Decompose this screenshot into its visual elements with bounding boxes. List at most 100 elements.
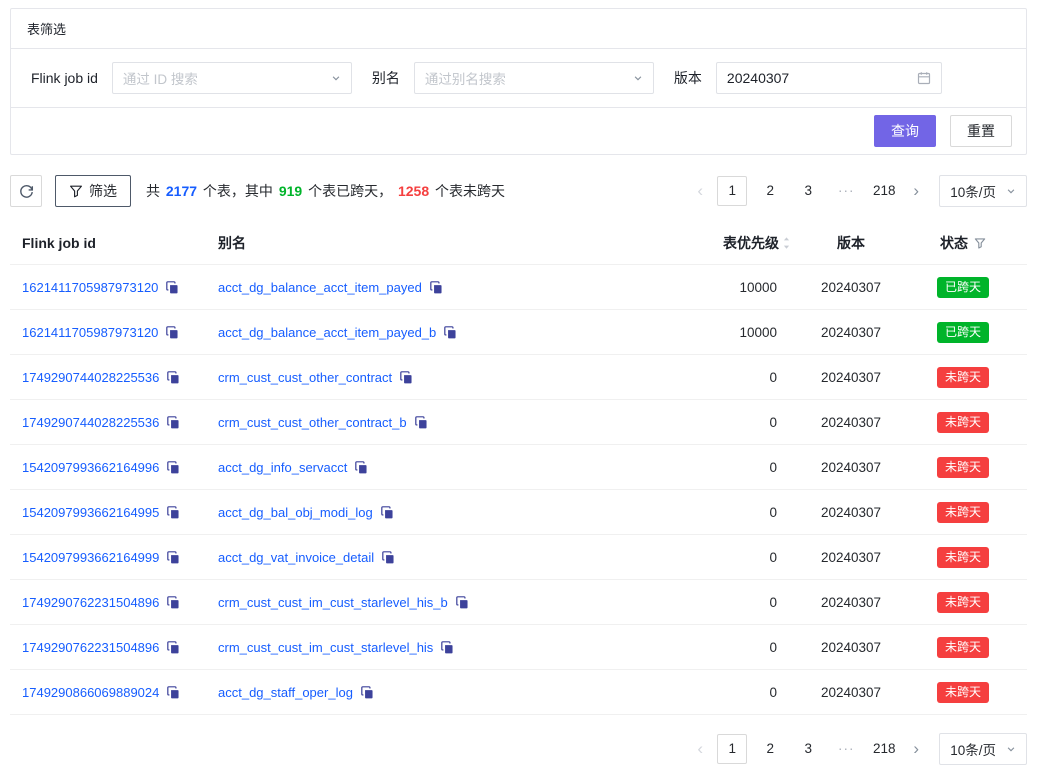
table-row: 1542097993662164996 acct_dg_info_servacc… [10,445,1027,490]
flink-job-id-link[interactable]: 1542097993662164995 [22,505,159,520]
filter-actions-row: 查询 重置 [11,108,1026,154]
flink-job-id-select[interactable]: 通过 ID 搜索 [112,62,352,94]
page-1-button[interactable]: 1 [717,734,747,764]
alias-cell: acct_dg_balance_acct_item_payed [218,280,651,295]
field-alias: 别名 通过别名搜索 [372,62,654,94]
version-cell: 20240307 [791,325,911,340]
copy-icon[interactable] [430,281,443,294]
priority-cell: 0 [651,460,791,475]
next-page-button[interactable]: › [903,735,929,763]
column-status: 状态 [911,233,1015,253]
filter-toggle-label: 筛选 [89,184,117,198]
version-date-input[interactable]: 20240307 [716,62,942,94]
chevron-down-icon [1006,186,1016,196]
chevron-down-icon [633,73,643,83]
table-row: 1542097993662164995 acct_dg_bal_obj_modi… [10,490,1027,535]
alias-link[interactable]: acct_dg_balance_acct_item_payed [218,280,422,295]
copy-icon[interactable] [456,596,469,609]
flink-job-id-cell: 1621411705987973120 [22,280,218,295]
flink-job-id-link[interactable]: 1749290762231504896 [22,640,159,655]
alias-link[interactable]: acct_dg_info_servacct [218,460,347,475]
status-badge: 已跨天 [937,277,989,298]
table-row: 1749290866069889024 acct_dg_staff_oper_l… [10,670,1027,715]
status-badge: 未跨天 [937,457,989,478]
flink-job-id-link[interactable]: 1621411705987973120 [22,280,158,295]
priority-cell: 0 [651,505,791,520]
copy-icon[interactable] [381,506,394,519]
version-cell: 20240307 [791,550,911,565]
alias-link[interactable]: acct_dg_bal_obj_modi_log [218,505,373,520]
page-size-select[interactable]: 10条/页 [939,175,1027,207]
copy-icon[interactable] [167,551,180,564]
next-page-button[interactable]: › [903,177,929,205]
page-3-button[interactable]: 3 [793,176,823,206]
filter-icon[interactable] [974,237,986,249]
page-size-select[interactable]: 10条/页 [939,733,1027,765]
copy-icon[interactable] [382,551,395,564]
reset-button[interactable]: 重置 [950,115,1012,147]
copy-icon[interactable] [415,416,428,429]
query-button[interactable]: 查询 [874,115,936,147]
version-cell: 20240307 [791,415,911,430]
flink-job-id-link[interactable]: 1749290744028225536 [22,370,159,385]
status-cell: 未跨天 [911,367,1015,388]
copy-icon[interactable] [167,371,180,384]
table-row: 1749290744028225536 crm_cust_cust_other_… [10,355,1027,400]
sorter-icon[interactable] [782,236,791,250]
flink-job-id-link[interactable]: 1542097993662164996 [22,460,159,475]
refresh-button[interactable] [10,175,42,207]
page-218-button[interactable]: 218 [869,734,899,764]
version-cell: 20240307 [791,460,911,475]
status-cell: 未跨天 [911,682,1015,703]
flink-job-id-link[interactable]: 1542097993662164999 [22,550,159,565]
column-priority[interactable]: 表优先级 [651,233,791,253]
flink-job-id-link[interactable]: 1621411705987973120 [22,325,158,340]
copy-icon[interactable] [355,461,368,474]
filter-card: 表筛选 Flink job id 通过 ID 搜索 别名 通过别名搜索 [10,8,1027,155]
status-cell: 已跨天 [911,322,1015,343]
alias-link[interactable]: crm_cust_cust_other_contract_b [218,415,407,430]
flink-job-id-cell: 1749290744028225536 [22,415,218,430]
filter-toggle-button[interactable]: 筛选 [55,175,131,207]
copy-icon[interactable] [167,641,180,654]
alias-link[interactable]: crm_cust_cust_im_cust_starlevel_his [218,640,433,655]
copy-icon[interactable] [441,641,454,654]
alias-label: 别名 [372,68,400,88]
flink-job-id-link[interactable]: 1749290744028225536 [22,415,159,430]
alias-link[interactable]: acct_dg_vat_invoice_detail [218,550,374,565]
copy-icon[interactable] [167,596,180,609]
priority-cell: 0 [651,550,791,565]
toolbar: 筛选 共 2177 个表，其中 919 个表已跨天， 1258 个表未跨天 ‹1… [10,175,1027,207]
page-2-button[interactable]: 2 [755,176,785,206]
prev-page-button[interactable]: ‹ [687,177,713,205]
page-3-button[interactable]: 3 [793,734,823,764]
copy-icon[interactable] [166,281,179,294]
table-header: Flink job id 别名 表优先级 版本 状态 [10,221,1027,265]
flink-job-id-link[interactable]: 1749290866069889024 [22,685,159,700]
prev-page-button[interactable]: ‹ [687,735,713,763]
version-cell: 20240307 [791,370,911,385]
alias-link[interactable]: crm_cust_cust_im_cust_starlevel_his_b [218,595,448,610]
copy-icon[interactable] [166,326,179,339]
page-218-button[interactable]: 218 [869,176,899,206]
copy-icon[interactable] [400,371,413,384]
copy-icon[interactable] [167,416,180,429]
pagination-ellipsis: ··· [831,176,861,206]
alias-link[interactable]: acct_dg_balance_acct_item_payed_b [218,325,436,340]
copy-icon[interactable] [167,506,180,519]
copy-icon[interactable] [361,686,374,699]
table-row: 1749290762231504896 crm_cust_cust_im_cus… [10,625,1027,670]
funnel-icon [69,184,83,198]
filter-card-title: 表筛选 [11,9,1026,49]
calendar-icon [917,71,931,85]
copy-icon[interactable] [167,461,180,474]
alias-link[interactable]: crm_cust_cust_other_contract [218,370,392,385]
alias-link[interactable]: acct_dg_staff_oper_log [218,685,353,700]
page-1-button[interactable]: 1 [717,176,747,206]
flink-job-id-link[interactable]: 1749290762231504896 [22,595,159,610]
copy-icon[interactable] [444,326,457,339]
alias-select[interactable]: 通过别名搜索 [414,62,654,94]
page-2-button[interactable]: 2 [755,734,785,764]
copy-icon[interactable] [167,686,180,699]
status-badge: 未跨天 [937,682,989,703]
